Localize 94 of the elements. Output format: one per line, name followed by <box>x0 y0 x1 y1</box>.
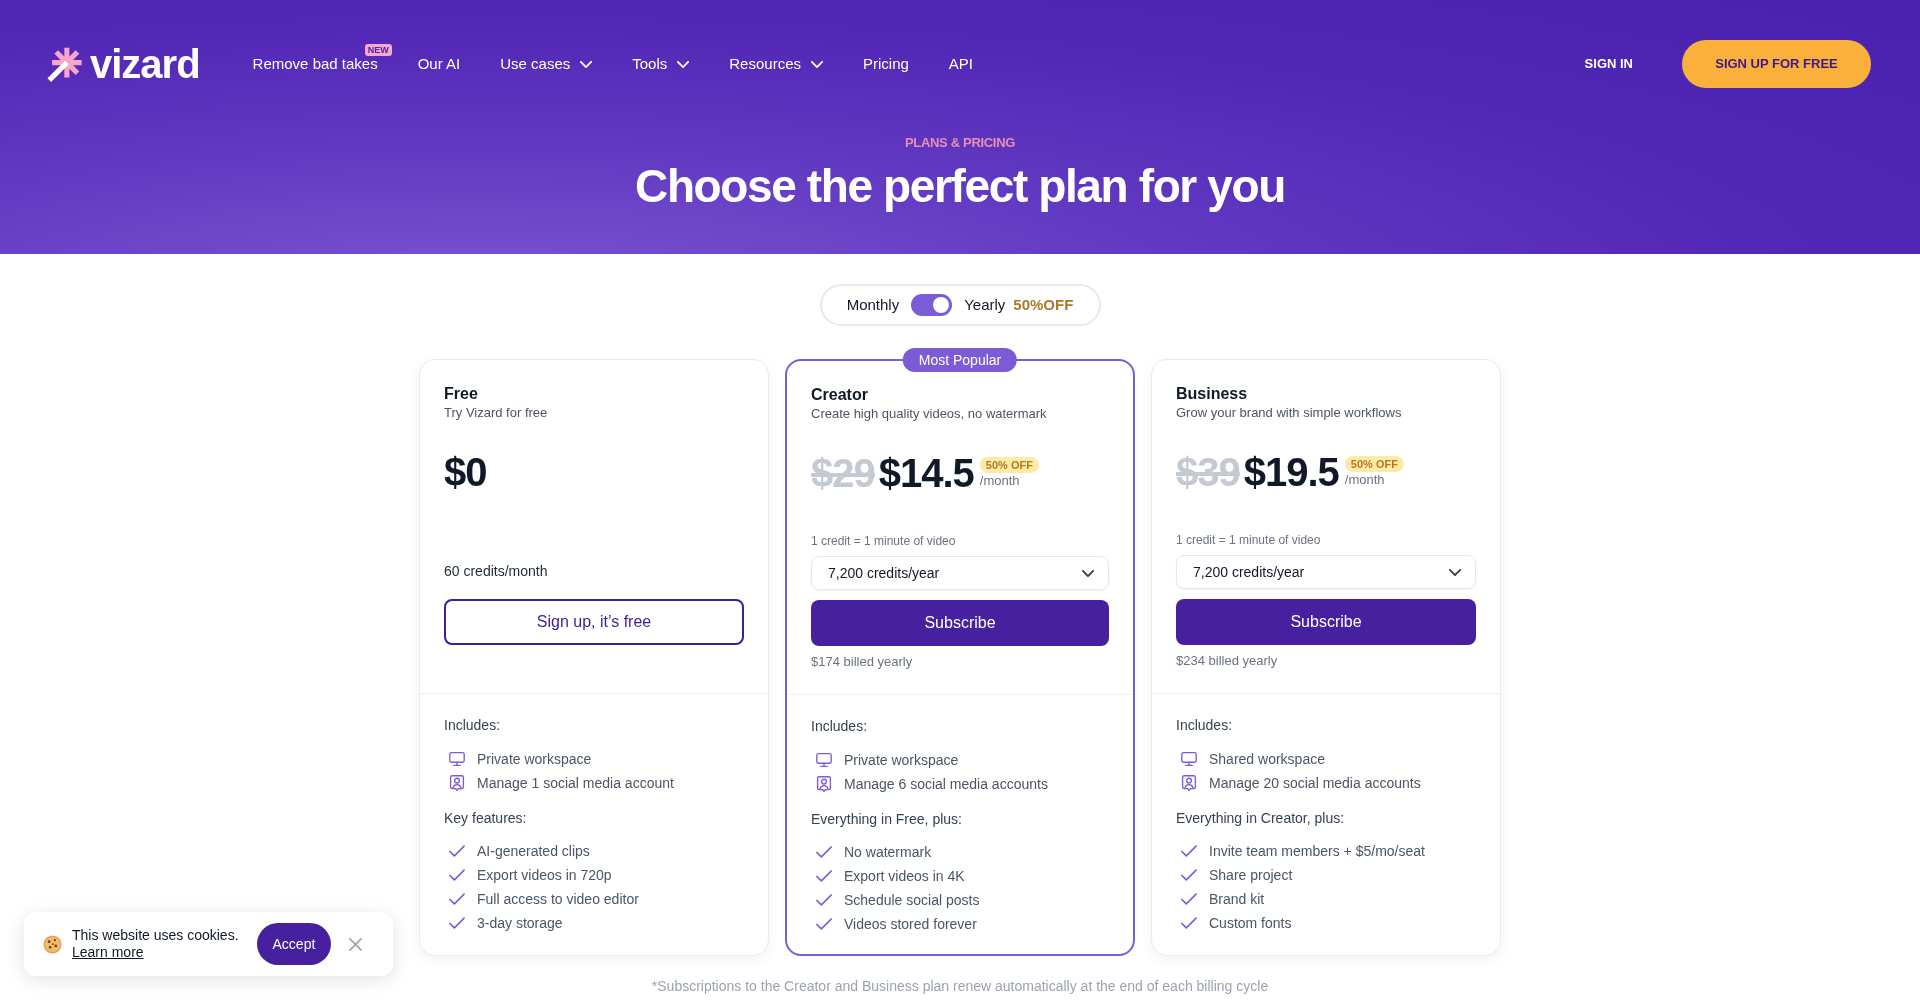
old-price: $39 <box>1176 449 1240 496</box>
section-label: Everything in Creator, plus: <box>1176 809 1346 828</box>
nav-link[interactable]: Our AI <box>417 54 461 74</box>
plan-cta-button[interactable]: Subscribe <box>811 600 1109 646</box>
billing-note: $234 billed yearly <box>1176 652 1279 670</box>
new-badge: NEW <box>364 44 392 56</box>
logo-icon <box>47 46 83 82</box>
discount-badge: 50% OFF <box>1344 456 1404 472</box>
plan-cta-button[interactable]: Subscribe <box>1176 599 1476 645</box>
discount-badge: 50% OFF <box>979 457 1039 473</box>
check-icon <box>1181 917 1197 929</box>
feature-text: 3-day storage <box>477 913 563 933</box>
check-icon <box>449 869 465 881</box>
sign-up-button[interactable]: SIGN UP FOR FREE <box>1682 40 1871 88</box>
cookie-notice-text: This website uses cookies. <box>72 927 239 944</box>
learn-more-link[interactable]: Learn more <box>72 944 144 961</box>
monitor-icon <box>1181 751 1197 767</box>
plan-cta-button[interactable]: Sign up, it’s free <box>444 599 744 645</box>
chevron-down-icon <box>580 60 593 68</box>
nav-link[interactable]: Remove bad takes <box>252 54 378 74</box>
feature-text: Export videos in 4K <box>844 866 965 886</box>
chevron-down-icon <box>1449 568 1461 576</box>
monitor-icon <box>816 752 832 768</box>
nav-link[interactable]: Tools <box>632 54 690 74</box>
feature-text: Custom fonts <box>1209 913 1292 933</box>
feature-text: Manage 20 social media accounts <box>1209 773 1421 793</box>
section-label: Includes: <box>1176 716 1234 735</box>
logo-link[interactable]: vizard <box>47 44 200 84</box>
billing-note: $174 billed yearly <box>811 653 914 671</box>
section-label: Includes: <box>811 717 869 736</box>
chevron-down-icon <box>677 60 690 68</box>
plan-name: Free <box>444 384 479 404</box>
feature-text: AI-generated clips <box>477 841 590 861</box>
credits-dropdown[interactable]: 7,200 credits/year <box>811 556 1109 590</box>
feature-text: Full access to video editor <box>477 889 639 909</box>
section-eyebrow: PLANS & PRICING <box>905 134 1015 152</box>
plan-tagline: Grow your brand with simple workflows <box>1176 404 1403 422</box>
price-period: /month <box>1344 472 1385 488</box>
monitor-icon <box>449 751 465 767</box>
feature-text: Export videos in 720p <box>477 865 612 885</box>
plan-name: Creator <box>811 385 869 405</box>
footnote-text: *Subscriptions to the Creator and Business plan renew automatically at the end of each billing cycle <box>651 978 1269 994</box>
plan-price: $14.5 <box>878 450 974 497</box>
feature-text: Private workspace <box>844 750 959 770</box>
section-label: Includes: <box>444 716 502 735</box>
plan-price: $0 <box>444 449 487 496</box>
chevron-down-icon <box>1082 569 1094 577</box>
section-label: Everything in Free, plus: <box>811 810 963 829</box>
credit-note: 1 credit = 1 minute of video <box>811 533 957 550</box>
credits-dropdown[interactable]: 7,200 credits/year <box>1176 555 1476 589</box>
nav-link[interactable]: Pricing <box>863 54 909 74</box>
toggle-label: Yearly <box>964 294 1006 315</box>
credit-note: 1 credit = 1 minute of video <box>1176 532 1322 549</box>
accept-button[interactable]: Accept <box>256 923 332 965</box>
close-icon[interactable] <box>349 937 363 951</box>
feature-text: No watermark <box>844 842 932 862</box>
check-icon <box>816 870 832 882</box>
check-icon <box>816 894 832 906</box>
check-icon <box>1181 845 1197 857</box>
plan-tagline: Try Vizard for free <box>444 404 549 422</box>
check-icon <box>449 893 465 905</box>
discount-label: 50%OFF <box>1013 294 1074 315</box>
cookie-icon <box>43 934 62 954</box>
sign-in-link[interactable]: SIGN IN <box>1584 54 1633 74</box>
plan-tagline: Create high quality videos, no watermark <box>811 405 1048 423</box>
section-label: Key features: <box>444 809 528 828</box>
feature-text: Shared workspace <box>1209 749 1325 769</box>
check-icon <box>449 845 465 857</box>
plan-name: Business <box>1176 384 1249 404</box>
check-icon <box>816 846 832 858</box>
plan-price: $19.5 <box>1243 449 1339 496</box>
check-icon <box>1181 869 1197 881</box>
feature-text: Private workspace <box>477 749 592 769</box>
page-heading: Choose the perfect plan for you <box>635 159 1285 214</box>
feature-text: Manage 6 social media accounts <box>844 774 1048 794</box>
feature-text: Brand kit <box>1209 889 1265 909</box>
toggle-label: Monthly <box>846 294 900 315</box>
chevron-down-icon <box>811 60 823 68</box>
nav-link[interactable]: API <box>948 54 974 74</box>
price-period: /month <box>979 473 1020 489</box>
old-price: $29 <box>811 450 875 497</box>
feature-text: Schedule social posts <box>844 890 980 910</box>
nav-link[interactable]: Resources <box>729 54 823 74</box>
most-popular-badge: Most Popular <box>902 348 1018 372</box>
check-icon <box>449 917 465 929</box>
feature-text: Videos stored forever <box>844 914 977 934</box>
check-icon <box>1181 893 1197 905</box>
feature-text: Manage 1 social media account <box>477 773 674 793</box>
check-icon <box>816 918 832 930</box>
credits-text: 60 credits/month <box>444 562 549 580</box>
nav-link[interactable]: Use cases <box>500 54 593 74</box>
toggle-switch[interactable] <box>911 294 953 316</box>
feature-text: Invite team members + $5/mo/seat <box>1209 841 1425 861</box>
feature-text: Share project <box>1209 865 1293 885</box>
